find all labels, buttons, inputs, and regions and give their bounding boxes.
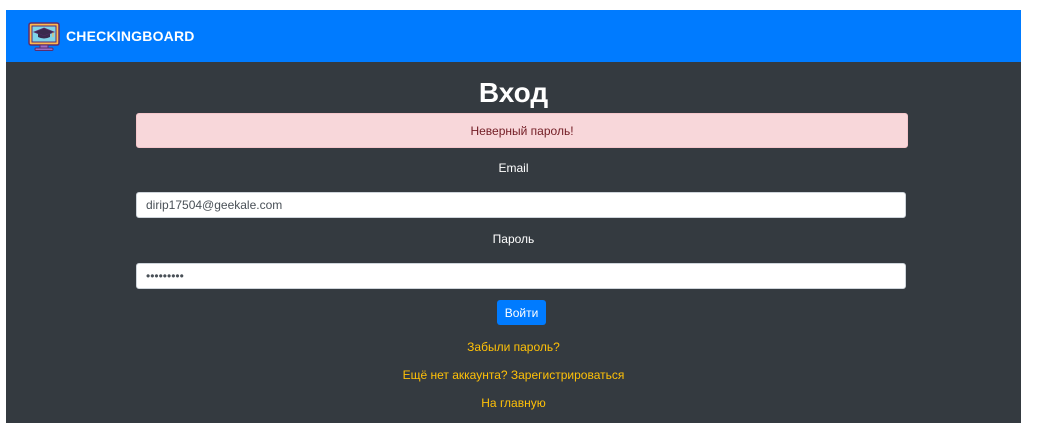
email-field[interactable]	[136, 192, 906, 218]
home-link[interactable]: На главную	[6, 396, 1021, 410]
brand-name: CHECKINGBOARD	[66, 28, 195, 44]
graduation-cap-monitor-icon	[28, 22, 60, 51]
password-label: Пароль	[492, 232, 535, 246]
forgot-password-link[interactable]: Забыли пароль?	[6, 340, 1021, 354]
register-link[interactable]: Ещё нет аккаунта? Зарегистрироваться	[6, 368, 1021, 382]
brand-link[interactable]: CHECKINGBOARD	[28, 20, 195, 52]
password-field[interactable]	[136, 263, 906, 289]
page-title: Вход	[478, 77, 549, 108]
navbar: CHECKINGBOARD	[6, 10, 1021, 62]
login-button[interactable]: Войти	[497, 300, 546, 325]
email-label: Email	[498, 161, 529, 175]
app-frame: CHECKINGBOARD Вход Неверный пароль! Emai…	[6, 10, 1021, 423]
error-alert-message: Неверный пароль!	[470, 123, 574, 138]
error-alert: Неверный пароль!	[136, 113, 908, 148]
